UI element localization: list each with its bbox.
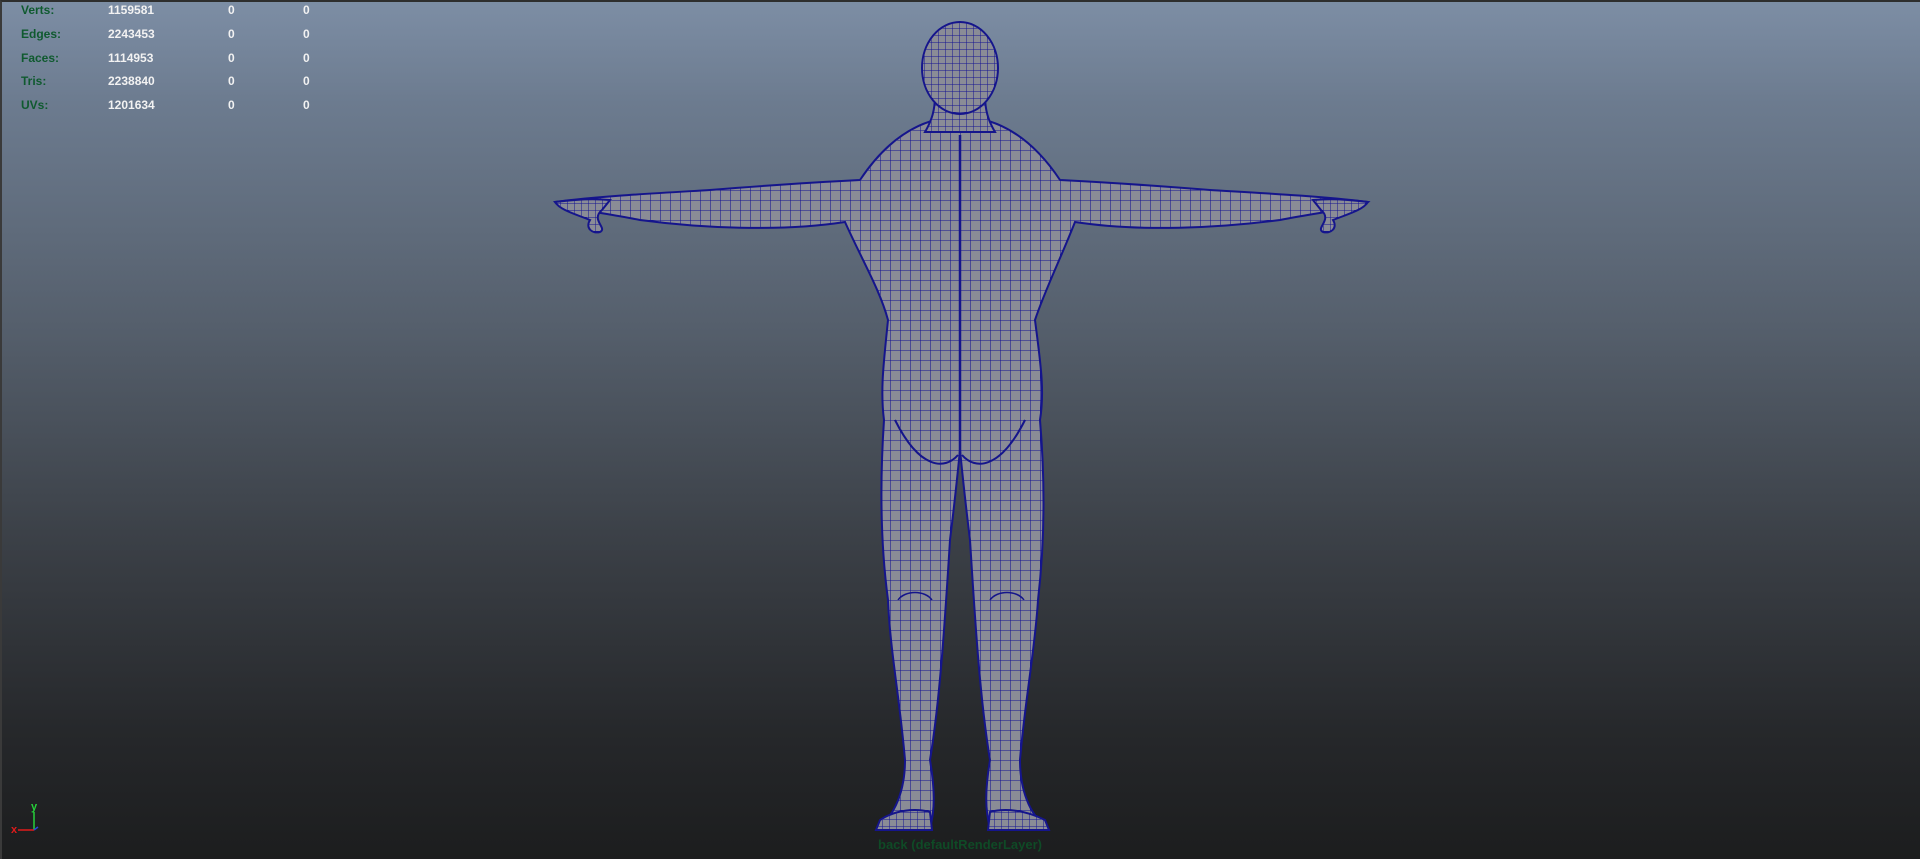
mesh-head <box>921 21 999 115</box>
mesh-torso-arms <box>553 119 1371 830</box>
human-mesh-model[interactable] <box>0 0 1920 859</box>
viewport-panel[interactable]: Verts: 1159581 0 0 Edges: 2243453 0 0 Fa… <box>0 0 1920 859</box>
axis-icon: y x <box>11 801 39 836</box>
camera-name-label: back (defaultRenderLayer) <box>878 837 1042 852</box>
mesh-body <box>553 21 1371 831</box>
axis-x-label: x <box>11 824 18 836</box>
mesh-right-foot <box>986 809 1051 831</box>
mesh-right-hand <box>1311 198 1370 234</box>
mesh-left-hand <box>553 198 612 234</box>
axis-y-label: y <box>31 801 38 813</box>
view-axis-gizmo: y x <box>8 800 48 840</box>
mesh-left-foot <box>874 809 934 831</box>
